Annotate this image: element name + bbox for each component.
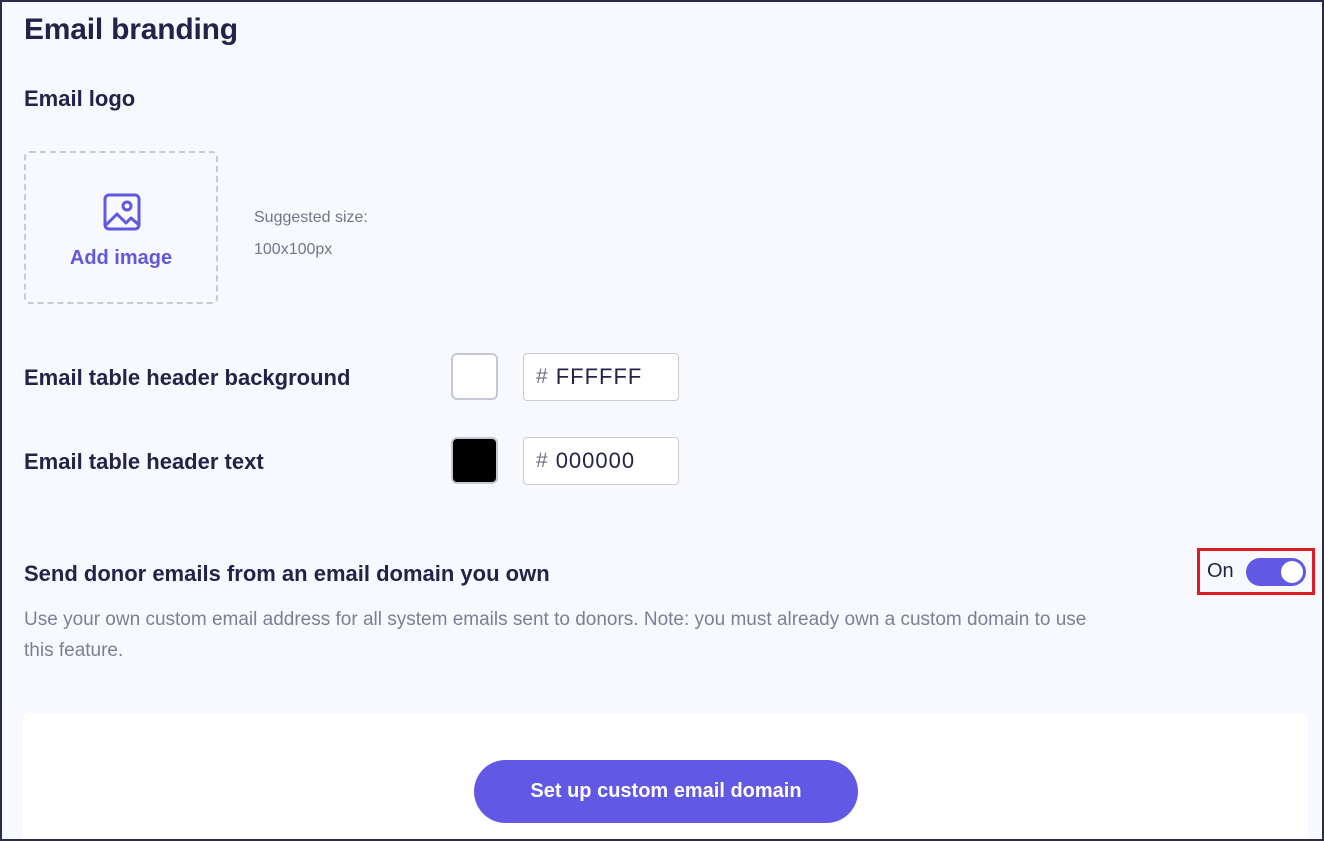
- custom-domain-cta-panel: Set up custom email domain: [23, 713, 1308, 839]
- header-text-swatch[interactable]: [451, 437, 498, 484]
- custom-domain-description: Use your own custom email address for al…: [24, 609, 1087, 661]
- email-branding-panel: Email branding Email logo Add image Sugg…: [0, 0, 1324, 841]
- header-text-label: Email table header text: [24, 449, 264, 474]
- page-title: Email branding: [24, 13, 238, 46]
- setup-custom-domain-button[interactable]: Set up custom email domain: [474, 760, 858, 823]
- header-background-hex-input[interactable]: # FFFFFF: [523, 353, 679, 401]
- suggested-size-value: 100x100px: [254, 241, 333, 258]
- header-background-label: Email table header background: [24, 365, 351, 390]
- toggle-knob: [1280, 560, 1303, 583]
- email-logo-heading: Email logo: [24, 86, 136, 111]
- hash-symbol: #: [536, 365, 548, 388]
- header-text-hex-input[interactable]: # 000000: [523, 437, 679, 485]
- add-image-dropzone[interactable]: Add image: [24, 151, 218, 304]
- add-image-label: Add image: [69, 247, 173, 269]
- header-background-hex-value: FFFFFF: [555, 364, 643, 389]
- custom-domain-toggle[interactable]: [1245, 557, 1306, 586]
- suggested-size-hint: Suggested size: 100x100px: [254, 202, 368, 266]
- custom-domain-heading: Send donor emails from an email domain y…: [24, 561, 550, 586]
- header-text-hex-value: 000000: [555, 448, 636, 473]
- hash-symbol: #: [536, 449, 548, 472]
- toggle-state-label: On: [1207, 560, 1234, 582]
- suggested-size-label: Suggested size:: [254, 209, 368, 226]
- custom-domain-toggle-highlight: On: [1197, 548, 1315, 595]
- image-icon: [103, 193, 141, 231]
- header-background-swatch[interactable]: [451, 353, 498, 400]
